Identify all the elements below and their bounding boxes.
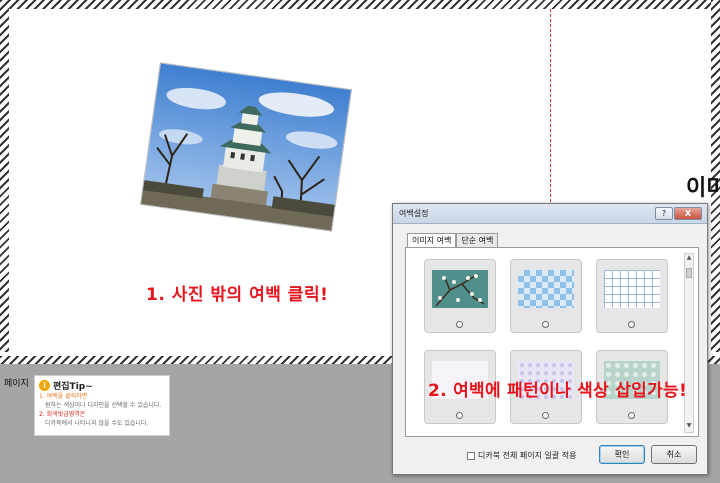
apply-all-option[interactable]: 디카북 전체 페이지 일괄 적용 — [467, 450, 577, 461]
close-button[interactable]: X — [674, 207, 702, 220]
tab-simple-margin[interactable]: 단순 여백 — [456, 233, 499, 247]
pattern-option-blue-checker[interactable] — [510, 259, 582, 333]
pattern-scrollbar[interactable]: ▲ ▼ — [684, 253, 694, 433]
scroll-up-icon[interactable]: ▲ — [685, 254, 693, 264]
info-icon: i — [39, 380, 50, 391]
pattern-radio[interactable] — [456, 321, 463, 328]
tip-item-detail: 디카북에서 나타나지 않을 수도 있습니다. — [45, 420, 149, 427]
pattern-swatch — [518, 270, 574, 308]
margin-settings-dialog: 여백설정 ? X 이미지 여백 단순 여백 ▲ ▼ 디카북 전체 페이지 일괄 … — [392, 203, 708, 475]
dialog-title: 여백설정 — [399, 209, 429, 218]
pattern-list — [412, 253, 682, 433]
tip-title: 편집Tip~ — [53, 382, 93, 392]
pattern-radio[interactable] — [542, 321, 549, 328]
scroll-thumb[interactable] — [686, 268, 692, 278]
pattern-panel: ▲ ▼ — [405, 247, 699, 437]
pattern-option-blue-grid[interactable] — [596, 259, 668, 333]
page-label: 페이지 — [4, 379, 29, 389]
margin-hatch-left — [0, 0, 9, 352]
dialog-tabs: 이미지 여백 단순 여백 — [407, 233, 499, 248]
page-side-text: 이미 — [686, 176, 720, 201]
edit-tip-box: i 편집Tip~ 1. 여백을 클릭하면 원하는 색상이나 디자인을 선택할 수… — [34, 375, 170, 436]
pattern-swatch — [604, 270, 660, 308]
tip-item-detail: 원하는 색상이나 디자인을 선택할 수 있습니다. — [45, 402, 162, 409]
tip-item-heading: 2. 회색빗금영역은 — [39, 411, 86, 418]
castle-photo[interactable] — [141, 63, 351, 231]
cancel-button[interactable]: 취소 — [651, 445, 697, 464]
pattern-radio[interactable] — [542, 412, 549, 419]
tip-header: i 편집Tip~ — [39, 379, 165, 392]
tip-item-heading: 1. 여백을 클릭하면 — [39, 393, 88, 400]
pattern-radio[interactable] — [456, 412, 463, 419]
help-button[interactable]: ? — [655, 207, 673, 220]
pattern-radio[interactable] — [628, 321, 635, 328]
pattern-swatch — [432, 270, 488, 308]
apply-all-label: 디카북 전체 페이지 일괄 적용 — [478, 451, 577, 460]
ok-button[interactable]: 확인 — [599, 445, 645, 464]
apply-all-checkbox[interactable] — [467, 451, 475, 460]
tab-image-margin[interactable]: 이미지 여백 — [407, 233, 457, 248]
scroll-down-icon[interactable]: ▼ — [685, 422, 693, 432]
annotation-pattern-insert: 2. 여백에 패턴이나 색상 삽입가능! — [428, 381, 688, 401]
pattern-radio[interactable] — [628, 412, 635, 419]
pattern-option-almond-blossom[interactable] — [424, 259, 496, 333]
dialog-title-bar[interactable]: 여백설정 ? X — [393, 204, 707, 224]
margin-hatch-top — [0, 0, 720, 9]
annotation-click-margin: 1. 사진 밖의 여백 클릭! — [146, 285, 329, 305]
